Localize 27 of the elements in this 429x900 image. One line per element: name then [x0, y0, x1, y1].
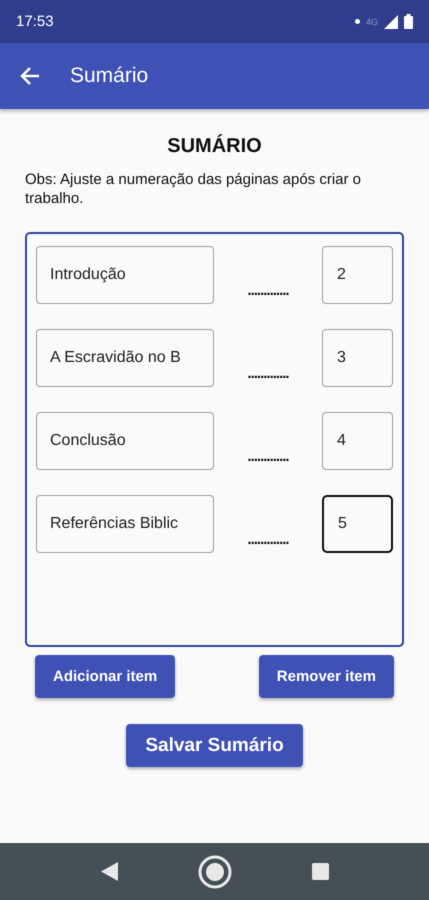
save-button[interactable]: Salvar Sumário	[126, 724, 303, 767]
battery-icon	[404, 14, 413, 29]
page-number-field[interactable]: 2	[322, 246, 393, 304]
leader-dots: .............	[246, 530, 290, 548]
network-type: 4G	[366, 16, 378, 26]
leader-dots: .............	[246, 281, 290, 299]
page-number-field[interactable]: 3	[322, 329, 393, 387]
page-number-field[interactable]: 5	[322, 495, 393, 553]
recents-icon[interactable]	[312, 863, 328, 880]
back-icon[interactable]	[100, 862, 118, 881]
page-heading: SUMÁRIO	[167, 135, 262, 158]
back-arrow-icon[interactable]	[20, 67, 40, 85]
home-icon[interactable]	[198, 854, 232, 888]
page-number-field[interactable]: 4	[322, 412, 393, 470]
item-title-field[interactable]: Conclusão	[36, 412, 214, 470]
item-title-field[interactable]: Referências Biblic	[36, 495, 214, 553]
remove-item-button[interactable]: Remover item	[258, 655, 394, 698]
notification-dot-icon	[354, 19, 360, 24]
clock: 17:53	[16, 13, 54, 30]
leader-dots: .............	[246, 364, 290, 382]
add-item-button[interactable]: Adicionar item	[35, 655, 176, 698]
signal-icon	[384, 14, 398, 28]
note-text: Obs: Ajuste a numeração das páginas após criar o trabalho.	[25, 170, 362, 208]
item-title-field[interactable]: A Escravidão no B	[36, 329, 214, 387]
item-title-field[interactable]: Introdução	[36, 246, 214, 304]
leader-dots: .............	[246, 447, 290, 465]
screen-title: Sumário	[70, 64, 148, 88]
